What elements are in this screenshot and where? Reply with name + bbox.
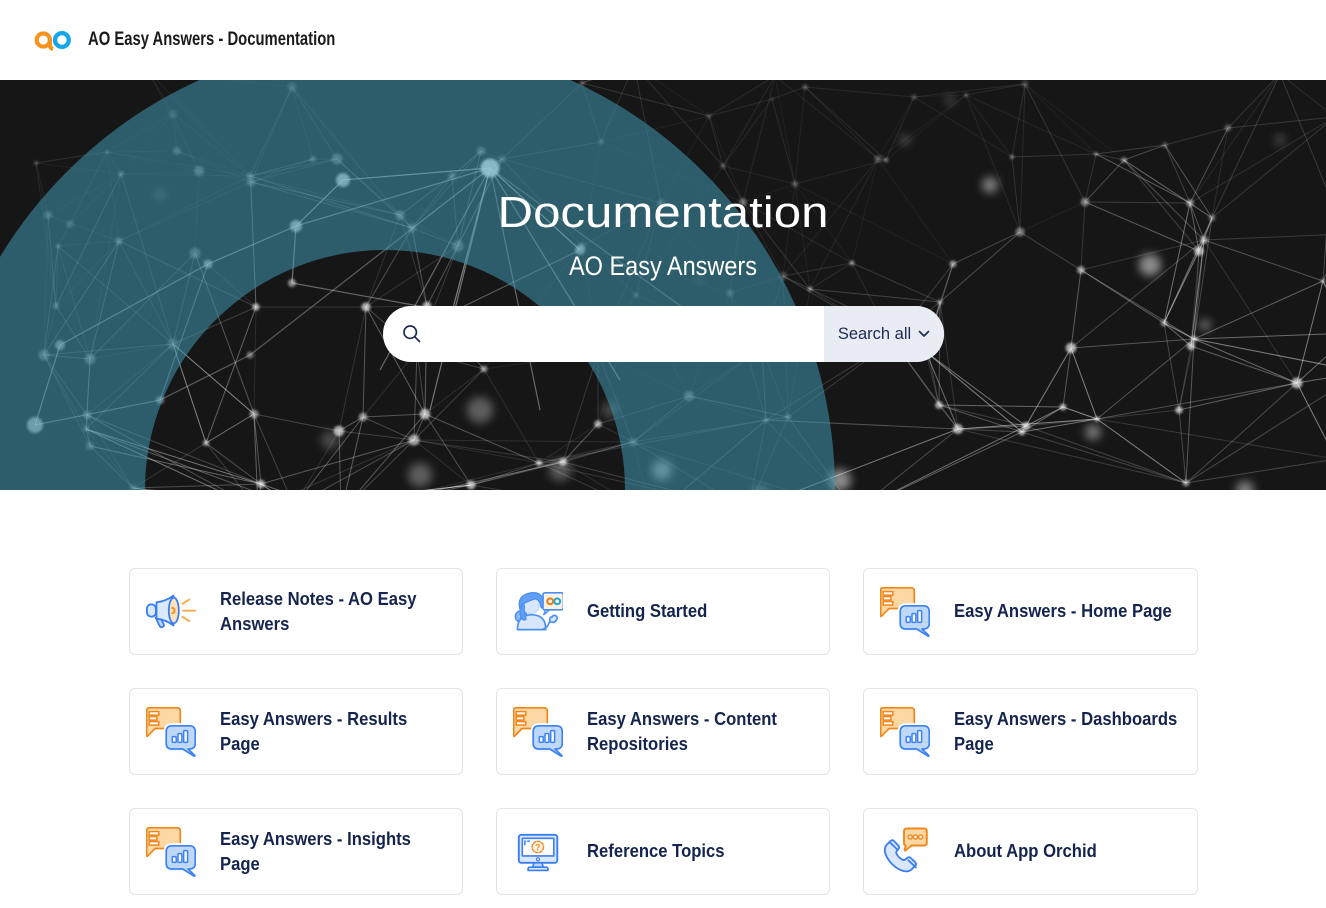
svg-text:?: ?	[535, 842, 541, 852]
